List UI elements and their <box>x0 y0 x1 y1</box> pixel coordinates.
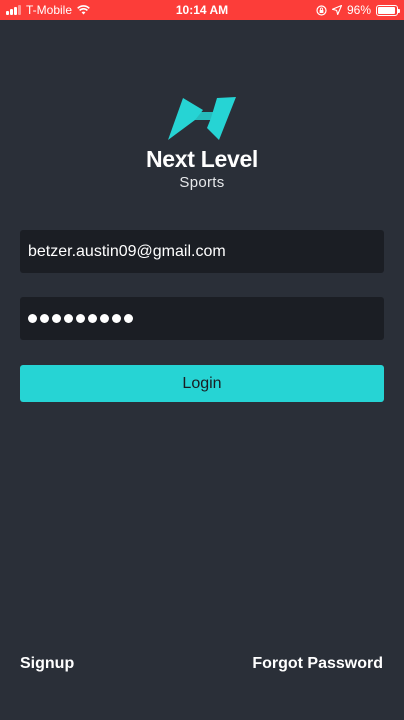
battery-fill <box>378 6 396 14</box>
signal-icon <box>6 5 21 15</box>
status-left: T-Mobile <box>6 3 90 17</box>
brand-subtitle: Sports <box>179 174 225 191</box>
brand-title: Next Level <box>145 146 259 172</box>
password-field[interactable] <box>20 297 384 340</box>
password-dot <box>100 314 109 323</box>
battery-icon <box>376 4 400 16</box>
password-mask <box>28 314 133 323</box>
status-right: 96% <box>316 3 400 17</box>
carrier-label: T-Mobile <box>26 3 73 17</box>
password-dot <box>52 314 61 323</box>
password-dot <box>64 314 73 323</box>
wifi-icon <box>77 5 90 15</box>
login-button[interactable]: Login <box>20 365 384 402</box>
password-dot <box>40 314 49 323</box>
password-dot <box>28 314 37 323</box>
email-field[interactable]: betzer.austin09@gmail.com <box>20 230 384 273</box>
password-dot <box>88 314 97 323</box>
password-dot <box>112 314 121 323</box>
password-dot <box>124 314 133 323</box>
screen-lock-icon <box>316 4 327 16</box>
location-icon <box>331 5 342 15</box>
battery-percent: 96% <box>346 3 371 17</box>
forgot-password-link[interactable]: Forgot Password <box>252 655 383 673</box>
next-level-logo-icon <box>168 97 236 140</box>
password-dot <box>76 314 85 323</box>
status-bar: T-Mobile 10:14 AM 96% <box>0 0 404 20</box>
login-screen: T-Mobile 10:14 AM 96% Next Level Sports … <box>0 0 404 720</box>
email-value: betzer.austin09@gmail.com <box>28 242 226 260</box>
signup-link[interactable]: Signup <box>20 655 74 673</box>
